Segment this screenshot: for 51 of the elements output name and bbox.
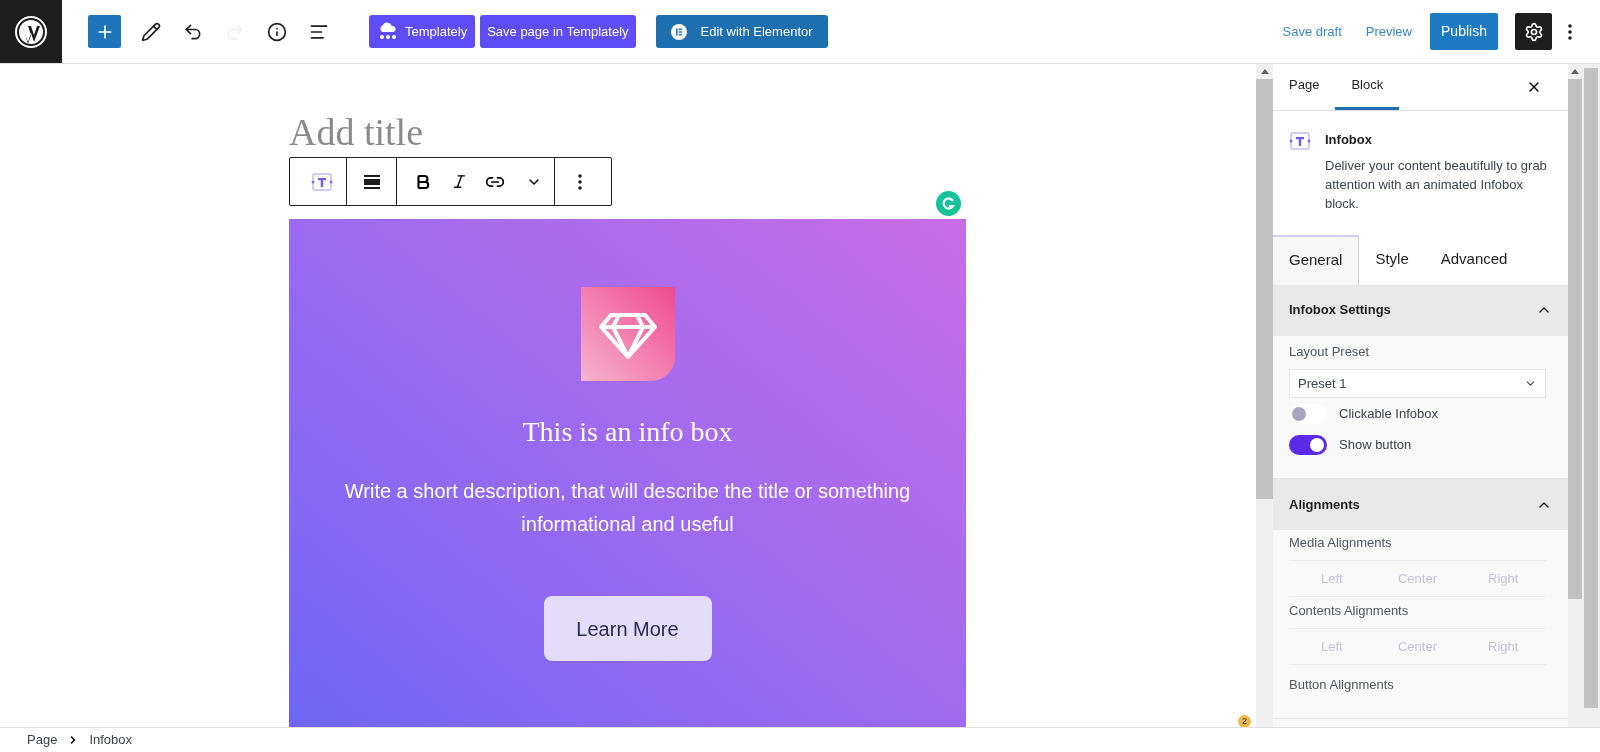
page-scrollbar[interactable] [1584,68,1598,708]
preview-link[interactable]: Preview [1365,21,1412,42]
cloud-icon [377,21,399,42]
more-icon [1568,23,1572,40]
panel-scrollbar[interactable] [1568,64,1582,727]
title-placeholder[interactable]: Add title [289,111,424,153]
undo-icon [183,21,203,42]
field-label: Contents Alignments [1289,601,1410,620]
scroll-up-arrow-icon[interactable] [1260,69,1269,74]
save-draft-link[interactable]: Save draft [1282,21,1342,42]
settings-tab[interactable]: Advanced [1424,234,1524,285]
settings-icon [1523,21,1544,42]
settings-tab[interactable]: General [1273,234,1360,285]
pencil-icon [141,21,161,42]
elementor-icon [670,23,687,40]
section-header[interactable]: Alignments [1273,479,1568,530]
sidebar-scrollbar[interactable] [1256,64,1273,727]
settings-button[interactable] [1515,13,1552,50]
section-header[interactable]: Infobox Settings [1273,284,1568,336]
field-label: Media Alignments [1289,533,1393,552]
toggle-label: Show button [1339,436,1412,455]
block-name: Infobox [1325,131,1373,149]
field-label: Layout Preset [1289,342,1371,361]
add-block-button[interactable] [88,15,121,48]
toggle-switch[interactable] [1289,404,1327,424]
preset-select[interactable]: Preset 1 [1289,369,1546,398]
more-icon [578,173,582,190]
notification-badge: 2 [1238,715,1251,727]
field-label: Button Alignments [1289,676,1395,695]
sidebar-tab[interactable]: Page [1289,64,1336,110]
breadcrumb-link[interactable]: Infobox [89,730,133,750]
align-icon [362,173,381,190]
templately-button[interactable]: Templately [369,15,476,48]
scroll-up-arrow-icon[interactable] [1571,69,1579,74]
block-description: Deliver your content beautifully to grab attention with an animated Infobox block. [1325,156,1548,213]
info-icon [267,21,287,42]
infobox-description: Write a short description, that will describe the title or something informational and useful [343,479,912,537]
text-block-icon [311,171,333,192]
save-templately-button[interactable]: Save page in Templately [480,15,636,48]
edit-elementor-button[interactable]: Edit with Elementor [655,15,828,48]
infobox-card[interactable]: This is an info box Write a short description, that will describe the title or something informational and useful Learn More [289,219,966,727]
bold-icon [414,172,432,191]
text-block-icon [1289,131,1311,151]
toggle-switch[interactable] [1289,435,1327,455]
breadcrumb-link[interactable]: Page [27,730,58,750]
infobox-title: This is an info box [522,415,733,449]
toggle-label: Clickable Infobox [1339,405,1438,424]
settings-tab[interactable]: Style [1359,234,1425,285]
publish-button[interactable]: Publish [1430,13,1498,50]
wordpress-logo[interactable] [0,0,62,63]
learn-more-button[interactable]: Learn More [543,596,712,661]
